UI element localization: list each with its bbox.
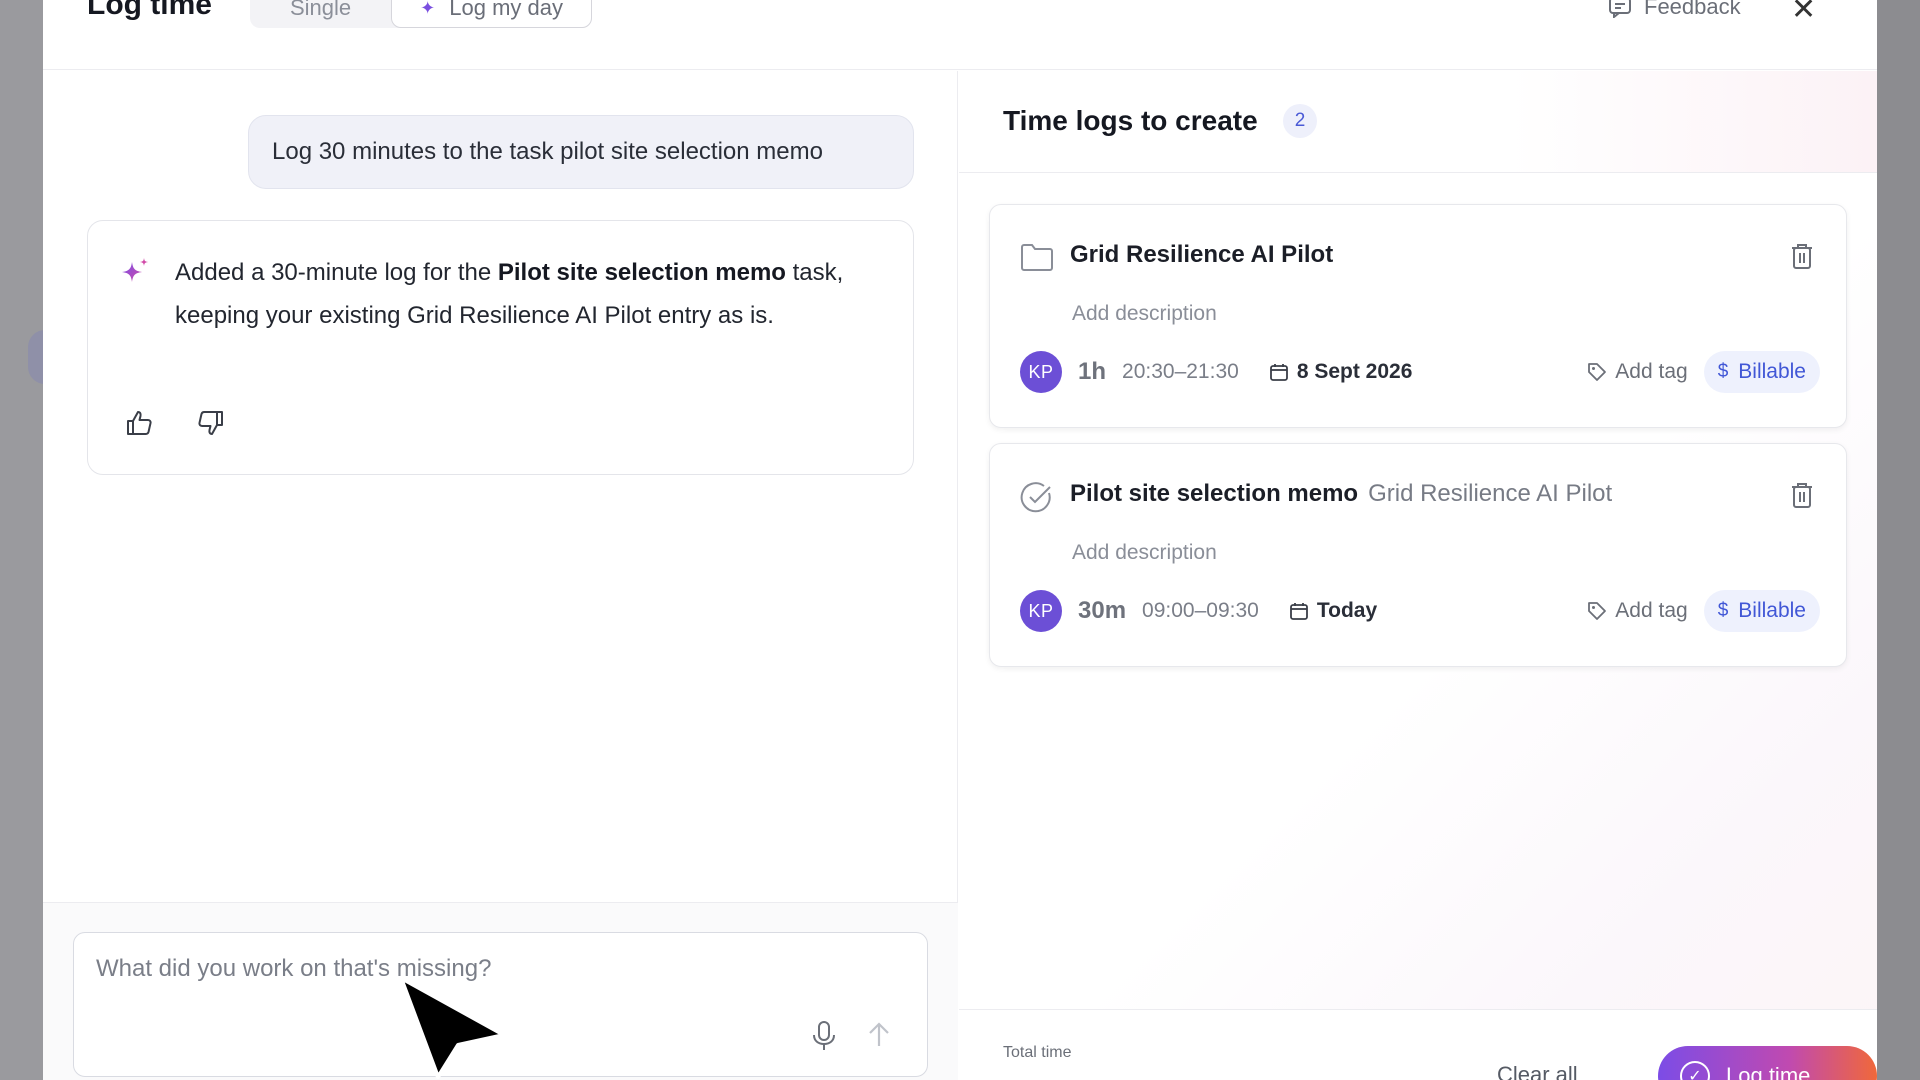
task-check-icon: [1020, 482, 1051, 513]
time-logs-footer: Total time Clear all ✓ Log time: [959, 1009, 1877, 1080]
billable-toggle[interactable]: $ Billable: [1703, 590, 1820, 632]
check-circle-icon: ✓: [1680, 1061, 1710, 1080]
time-range[interactable]: 20:30–21:30: [1122, 360, 1239, 384]
folder-icon: [1021, 244, 1053, 271]
tag-icon: [1588, 602, 1607, 620]
modal-header: Log time Single ✦ Log my day Feedback ✕: [43, 0, 1877, 70]
feedback-label: Feedback: [1644, 0, 1741, 19]
add-description-field[interactable]: Add description: [1072, 541, 1217, 565]
duration-value[interactable]: 30m: [1078, 597, 1126, 625]
trash-icon[interactable]: [1790, 242, 1814, 270]
avatar[interactable]: KP: [1020, 590, 1062, 632]
ai-sparkle-icon: [122, 258, 148, 282]
time-logs-count-badge: 2: [1283, 104, 1317, 138]
add-tag-button[interactable]: Add tag: [1587, 360, 1688, 384]
time-log-title[interactable]: Grid Resilience AI Pilot: [1070, 241, 1333, 269]
send-arrow-icon[interactable]: [866, 1020, 892, 1050]
mouse-cursor-icon: [399, 976, 506, 1079]
ai-message-task: Pilot site selection memo: [497, 259, 786, 286]
tab-single[interactable]: Single: [250, 0, 391, 28]
calendar-icon: [1269, 364, 1288, 381]
log-time-modal: Log time Single ✦ Log my day Feedback ✕ …: [43, 0, 1877, 1080]
ai-message-text: Added a 30-minute log for the Pilot site…: [175, 251, 895, 337]
billable-toggle[interactable]: $ Billable: [1703, 351, 1820, 393]
dollar-icon: $: [1717, 600, 1729, 621]
time-log-project-name: Grid Resilience AI Pilot: [1070, 241, 1334, 268]
close-icon[interactable]: ✕: [1791, 0, 1816, 27]
time-range[interactable]: 09:00–09:30: [1142, 599, 1259, 623]
thumbs-down-icon[interactable]: [196, 408, 226, 438]
tag-icon: [1588, 363, 1607, 381]
time-log-title[interactable]: Pilot site selection memo Grid Resilience…: [1070, 480, 1612, 508]
date-picker[interactable]: 8 Sept 2026: [1269, 360, 1413, 384]
time-logs-header: Time logs to create 2: [959, 71, 1877, 173]
billable-label: Billable: [1738, 599, 1806, 622]
trash-icon[interactable]: [1790, 481, 1814, 509]
time-log-task-name: Pilot site selection memo: [1070, 480, 1359, 507]
add-tag-label: Add tag: [1615, 599, 1688, 622]
calendar-icon: [1289, 603, 1308, 620]
chat-pane: Log 30 minutes to the task pilot site se…: [43, 71, 958, 1080]
duration-value[interactable]: 1h: [1078, 358, 1106, 386]
billable-label: Billable: [1738, 360, 1806, 383]
clear-all-button[interactable]: Clear all: [1497, 1062, 1578, 1080]
ai-response-card: Added a 30-minute log for the Pilot site…: [87, 220, 914, 475]
time-log-project-name: Grid Resilience AI Pilot: [1368, 480, 1613, 507]
log-time-button[interactable]: ✓ Log time: [1658, 1046, 1877, 1080]
total-time-label: Total time: [1003, 1044, 1072, 1061]
time-logs-pane: Time logs to create 2 Grid Resilience AI…: [959, 71, 1877, 1080]
thumbs-up-icon[interactable]: [124, 408, 154, 438]
tab-single-label: Single: [290, 0, 352, 20]
feedback-icon: [1609, 0, 1631, 18]
user-message: Log 30 minutes to the task pilot site se…: [248, 115, 914, 189]
feedback-button[interactable]: Feedback: [1608, 0, 1741, 20]
avatar[interactable]: KP: [1020, 351, 1062, 393]
backdrop-overlay: [1877, 0, 1920, 1080]
time-logs-title: Time logs to create: [1003, 105, 1258, 136]
time-log-card: Pilot site selection memo Grid Resilience…: [989, 443, 1847, 667]
mode-tabs: Single ✦ Log my day: [250, 0, 592, 28]
add-tag-button[interactable]: Add tag: [1587, 599, 1688, 623]
microphone-icon[interactable]: [811, 1020, 837, 1052]
modal-title: Log time: [87, 0, 212, 21]
date-label: 8 Sept 2026: [1296, 360, 1413, 383]
date-label: Today: [1316, 599, 1378, 622]
tab-log-my-day[interactable]: ✦ Log my day: [391, 0, 592, 28]
log-time-button-label: Log time: [1726, 1063, 1811, 1080]
add-description-field[interactable]: Add description: [1072, 302, 1217, 326]
dollar-icon: $: [1717, 361, 1729, 382]
time-log-meta: KP 1h 20:30–21:30 8 Sept 2026 Add tag $ …: [1020, 350, 1820, 394]
tab-log-my-day-label: Log my day: [449, 0, 563, 20]
date-picker[interactable]: Today: [1289, 599, 1377, 623]
add-tag-label: Add tag: [1615, 360, 1688, 383]
sparkle-icon: ✦: [420, 0, 436, 18]
time-log-card: Grid Resilience AI Pilot Add description…: [989, 204, 1847, 428]
time-log-meta: KP 30m 09:00–09:30 Today Add tag $ Billa…: [1020, 589, 1820, 633]
ai-message-part1: Added a 30-minute log for the: [175, 259, 498, 286]
